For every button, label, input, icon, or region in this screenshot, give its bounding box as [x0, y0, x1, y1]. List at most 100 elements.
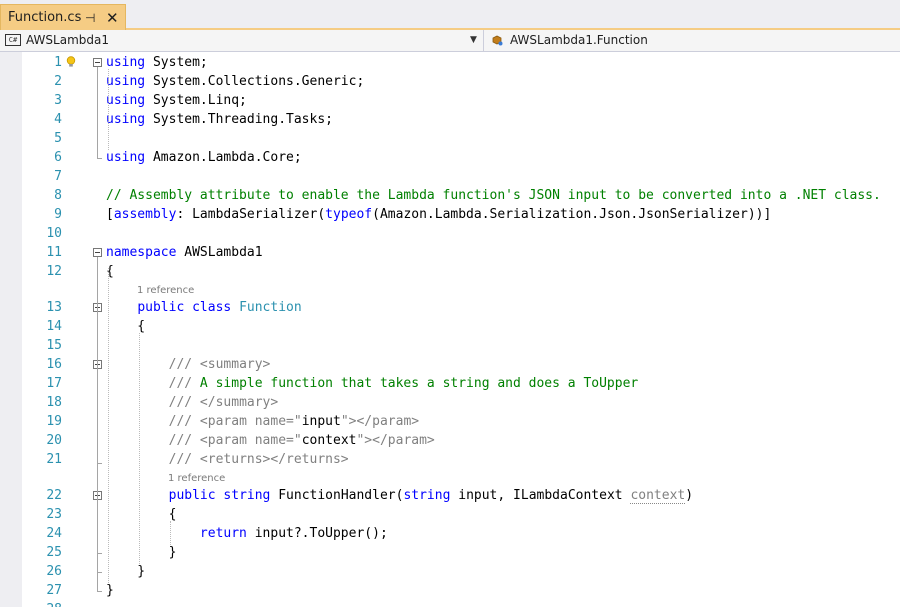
member-dropdown-value: AWSLambda1.Function — [510, 33, 648, 47]
code-token: AWSLambda1 — [176, 245, 263, 260]
line-number: 8 — [54, 188, 62, 203]
code-token: typeof — [325, 207, 373, 222]
code-token: } — [106, 564, 146, 579]
line-number: 17 — [46, 376, 62, 391]
close-icon[interactable]: ✕ — [106, 5, 119, 31]
code-line[interactable]: public string FunctionHandler(string inp… — [106, 486, 693, 505]
outline-end — [97, 572, 102, 573]
code-line[interactable]: /// </summary> — [106, 393, 279, 412]
code-token: using — [106, 74, 146, 89]
line-number: 14 — [46, 319, 62, 334]
code-token: string — [403, 488, 451, 503]
code-line[interactable]: using Amazon.Lambda.Core; — [106, 148, 302, 167]
code-editor[interactable]: 1 reference 1 reference 1 using System; 2 u… — [0, 52, 900, 607]
code-line[interactable]: [assembly: LambdaSerializer(typeof(Amazo… — [106, 205, 771, 224]
class-reference-count[interactable]: 1 reference — [137, 285, 194, 297]
code-token: /// <summary> — [168, 357, 271, 372]
code-line[interactable]: /// <summary> — [106, 355, 271, 374]
line-number: 2 — [54, 74, 62, 89]
line-number: 19 — [46, 414, 62, 429]
code-token: public — [168, 488, 216, 503]
indent-guide — [170, 521, 171, 545]
line-number: 6 — [54, 150, 62, 165]
code-line[interactable]: /// <param name="context"></param> — [106, 431, 435, 450]
code-token: Amazon.Lambda.Core; — [145, 150, 302, 165]
code-token: ) — [685, 488, 694, 503]
line-number: 21 — [46, 452, 62, 467]
code-token: input, ILambdaContext — [450, 488, 631, 503]
code-line[interactable]: /// <param name="input"></param> — [106, 412, 419, 431]
line-number: 22 — [46, 488, 62, 503]
code-line[interactable]: using System; — [106, 53, 208, 72]
outline-end — [97, 591, 102, 592]
chevron-down-icon[interactable]: ▼ — [470, 30, 477, 51]
code-token: using — [106, 93, 146, 108]
document-tab-bar: Function.cs ⊣ ✕ — [0, 0, 900, 30]
code-token: } — [106, 545, 177, 560]
code-line[interactable]: /// A simple function that takes a strin… — [106, 374, 639, 393]
code-token: using — [106, 55, 146, 70]
code-line[interactable]: } — [106, 543, 177, 562]
line-number: 16 — [46, 357, 62, 372]
code-token: using — [106, 150, 146, 165]
collapse-outline-icon[interactable] — [93, 58, 102, 67]
line-number: 7 — [54, 169, 62, 184]
indent-guide — [108, 69, 109, 150]
line-number: 11 — [46, 245, 62, 260]
code-token: /// <param name=" — [168, 414, 302, 429]
pin-icon[interactable]: ⊣ — [85, 5, 95, 31]
line-number: 25 — [46, 545, 62, 560]
code-token: System.Threading.Tasks; — [145, 112, 333, 127]
code-token: "></param> — [356, 433, 435, 448]
code-token: /// — [168, 376, 193, 391]
project-dropdown[interactable]: C# AWSLambda1 ▼ — [0, 30, 484, 51]
method-reference-count[interactable]: 1 reference — [168, 473, 225, 485]
code-token: input?.ToUpper(); — [246, 526, 388, 541]
code-token: FunctionHandler( — [270, 488, 404, 503]
code-line[interactable]: namespace AWSLambda1 — [106, 243, 263, 262]
code-token: System; — [145, 55, 208, 70]
code-line[interactable]: using System.Threading.Tasks; — [106, 110, 333, 129]
code-token: using — [106, 112, 146, 127]
member-dropdown[interactable]: AWSLambda1.Function — [488, 30, 900, 51]
line-number: 23 — [46, 507, 62, 522]
project-dropdown-value: AWSLambda1 — [26, 33, 109, 47]
code-line[interactable]: using System.Linq; — [106, 91, 247, 110]
code-line[interactable]: public class Function — [106, 298, 302, 317]
code-line[interactable]: return input?.ToUpper(); — [106, 524, 388, 543]
line-number: 10 — [46, 226, 62, 241]
code-line[interactable]: } — [106, 581, 114, 600]
outline-end — [97, 553, 102, 554]
code-token: (Amazon.Lambda.Serialization.Json.JsonSe… — [372, 207, 772, 222]
tab-function-cs[interactable]: Function.cs ⊣ ✕ — [0, 4, 126, 30]
line-number: 26 — [46, 564, 62, 579]
collapse-outline-icon[interactable] — [93, 248, 102, 257]
code-token: context — [630, 488, 686, 504]
code-token: { — [106, 507, 177, 522]
indent-guide — [139, 333, 140, 564]
code-token: "></param> — [340, 414, 420, 429]
code-token: } — [106, 583, 114, 598]
code-token: { — [106, 319, 146, 334]
lightbulb-icon[interactable] — [66, 56, 76, 68]
code-line[interactable]: // Assembly attribute to enable the Lamb… — [106, 186, 881, 205]
outline-end — [97, 158, 102, 159]
code-line[interactable]: } — [106, 562, 145, 581]
line-number: 1 — [54, 55, 62, 70]
code-token: Function — [239, 300, 302, 315]
code-line[interactable]: using System.Collections.Generic; — [106, 72, 364, 91]
code-line[interactable]: { — [106, 505, 177, 524]
code-token: /// <param name=" — [168, 433, 302, 448]
code-line[interactable]: /// <returns></returns> — [106, 450, 349, 469]
class-icon — [492, 35, 503, 46]
code-token: string — [223, 488, 271, 503]
code-token: return — [199, 526, 247, 541]
